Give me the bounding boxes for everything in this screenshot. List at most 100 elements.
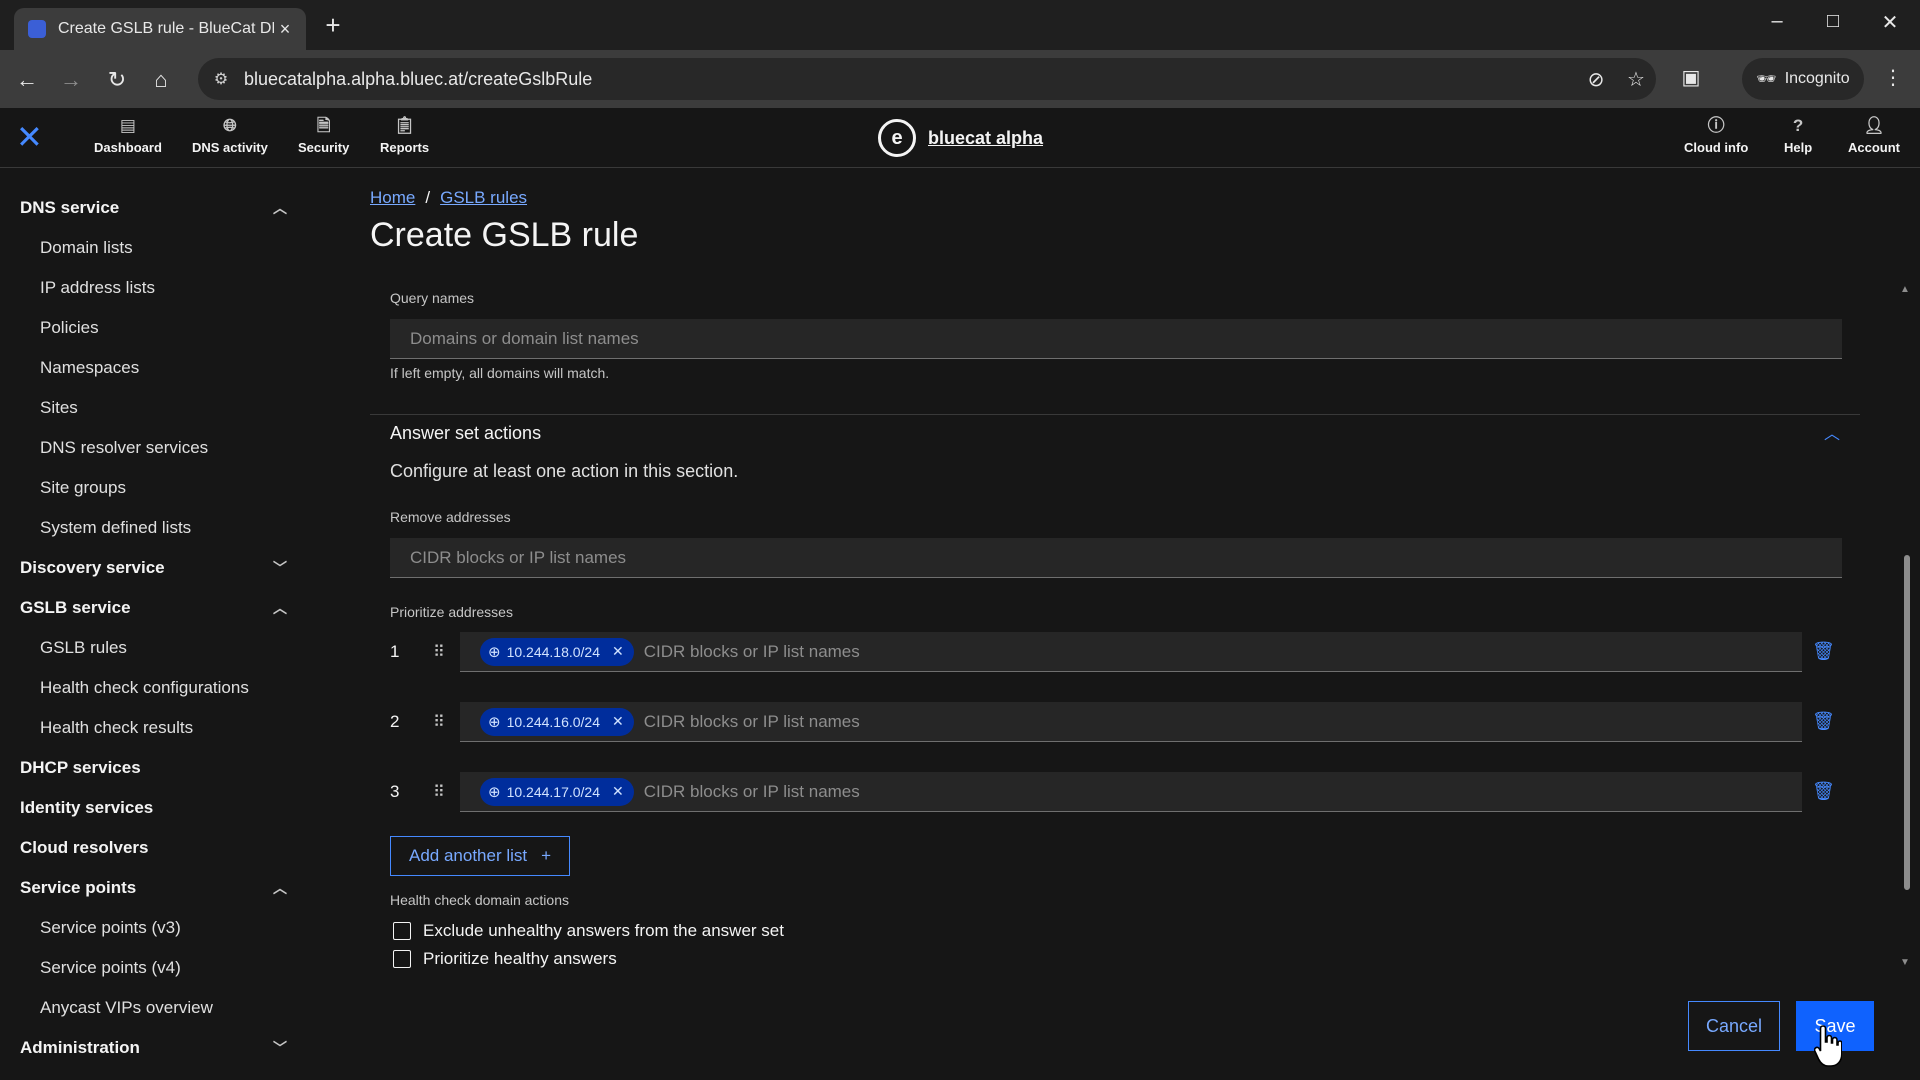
- query-names-input[interactable]: Domains or domain list names: [390, 319, 1842, 359]
- sidebar-group-label: Service points: [20, 878, 137, 897]
- remove-tag-icon[interactable]: ✕: [612, 783, 624, 800]
- ip-tag: ⊕ 10.244.17.0/24 ✕: [480, 777, 634, 806]
- prioritize-placeholder: CIDR blocks or IP list names: [643, 641, 860, 661]
- prioritize-input-3[interactable]: ⊕ 10.244.17.0/24 ✕ CIDR blocks or IP lis…: [460, 772, 1802, 812]
- nav-help[interactable]: ? Help: [1784, 116, 1812, 155]
- sidebar-group-label: Cloud resolvers: [20, 838, 149, 857]
- info-icon: ⓘ: [1707, 116, 1725, 135]
- sidebar-group-cloud-resolvers[interactable]: Cloud resolvers: [0, 828, 310, 868]
- remove-tag-icon[interactable]: ✕: [612, 643, 624, 660]
- globe-icon: 🌐︎: [223, 116, 237, 135]
- browser-menu-icon[interactable]: ⋮: [1878, 65, 1908, 90]
- sidebar-item-gslb-rules[interactable]: GSLB rules: [0, 628, 310, 668]
- drag-handle-icon[interactable]: ⠿: [433, 712, 445, 732]
- nav-reports-label: Reports: [380, 140, 430, 155]
- new-tab-button[interactable]: +: [318, 10, 348, 41]
- trash-icon[interactable]: 🗑︎: [1812, 641, 1835, 662]
- address-bar[interactable]: ⚙ bluecatalpha.alpha.bluec.at/createGslb…: [198, 58, 1656, 100]
- browser-tab[interactable]: Create GSLB rule - BlueCat DNS ×: [14, 8, 306, 50]
- sidebar-item-sites[interactable]: Sites: [0, 388, 310, 428]
- chevron-down-icon[interactable]: ﹀: [270, 558, 290, 578]
- health-check-label: Health check domain actions: [390, 892, 569, 908]
- trash-icon[interactable]: 🗑︎: [1812, 711, 1835, 732]
- sidebar-item-health-check-configurations[interactable]: Health check configurations: [0, 668, 310, 708]
- forward-icon[interactable]: →: [56, 65, 86, 95]
- scroll-down-icon[interactable]: ▼: [1900, 957, 1910, 968]
- cancel-button[interactable]: Cancel: [1688, 1001, 1780, 1051]
- sidebar-item-anycast-vips-overview[interactable]: Anycast VIPs overview: [0, 988, 310, 1028]
- reload-icon[interactable]: ↻: [102, 65, 132, 95]
- hand-cursor-icon: [1814, 1025, 1842, 1067]
- sidebar-item-site-groups[interactable]: Site groups: [0, 468, 310, 508]
- exclude-unhealthy-checkbox[interactable]: [393, 922, 411, 940]
- nav-dashboard[interactable]: ▤ Dashboard: [94, 116, 162, 155]
- minimize-icon[interactable]: –: [1762, 10, 1792, 33]
- drag-handle-icon[interactable]: ⠿: [433, 642, 445, 662]
- drag-handle-icon[interactable]: ⠿: [433, 782, 445, 802]
- prioritize-healthy-checkbox[interactable]: [393, 950, 411, 968]
- prioritize-input-2[interactable]: ⊕ 10.244.16.0/24 ✕ CIDR blocks or IP lis…: [460, 702, 1802, 742]
- maximize-icon[interactable]: □: [1818, 10, 1848, 33]
- sidebar-group-service-points[interactable]: Service points ︿: [0, 868, 310, 908]
- breadcrumb-home-link[interactable]: Home: [370, 188, 415, 207]
- chevron-up-icon[interactable]: ︿: [270, 198, 290, 218]
- add-list-label: Add another list: [409, 846, 528, 865]
- scrollbar-thumb[interactable]: [1904, 555, 1910, 890]
- sidebar-item-system-defined-lists[interactable]: System defined lists: [0, 508, 310, 548]
- exclude-unhealthy-row[interactable]: Exclude unhealthy answers from the answe…: [393, 921, 784, 941]
- dashboard-icon: ▤: [119, 116, 136, 135]
- sidebar-group-dns-service[interactable]: DNS service ︿: [0, 188, 310, 228]
- sidebar-item-ip-address-lists[interactable]: IP address lists: [0, 268, 310, 308]
- back-icon[interactable]: ←: [12, 65, 42, 95]
- nav-account[interactable]: 👤︎ Account: [1848, 116, 1900, 155]
- remove-tag-icon[interactable]: ✕: [612, 713, 624, 730]
- remove-addresses-input[interactable]: CIDR blocks or IP list names: [390, 538, 1842, 578]
- eye-off-icon[interactable]: ⊘: [1576, 67, 1616, 92]
- section-chevron-up-icon[interactable]: ︿: [1824, 420, 1840, 444]
- add-another-list-button[interactable]: Add another list +: [390, 836, 571, 876]
- site-favicon-icon: [28, 20, 46, 38]
- home-icon[interactable]: ⌂: [146, 65, 176, 95]
- chevron-down-icon[interactable]: ﹀: [270, 1038, 290, 1058]
- sidebar-item-namespaces[interactable]: Namespaces: [0, 348, 310, 388]
- answer-section-title[interactable]: Answer set actions: [390, 423, 541, 444]
- brand-name[interactable]: bluecat alpha: [928, 128, 1043, 149]
- site-info-icon[interactable]: ⚙: [198, 69, 244, 89]
- sidebar-group-dhcp-services[interactable]: DHCP services: [0, 748, 310, 788]
- prioritize-input-1[interactable]: ⊕ 10.244.18.0/24 ✕ CIDR blocks or IP lis…: [460, 632, 1802, 672]
- window-close-icon[interactable]: ✕: [1875, 10, 1905, 35]
- sidebar-item-service-points-v3[interactable]: Service points (v3): [0, 908, 310, 948]
- query-names-helper: If left empty, all domains will match.: [390, 365, 610, 381]
- sidebar-item-health-check-results[interactable]: Health check results: [0, 708, 310, 748]
- help-icon: ?: [1792, 116, 1804, 135]
- tab-close-icon[interactable]: ×: [274, 19, 296, 40]
- sidebar-group-administration[interactable]: Administration ﹀: [0, 1028, 310, 1068]
- incognito-badge[interactable]: 🕶 Incognito: [1742, 58, 1864, 100]
- sidebar-group-gslb-service[interactable]: GSLB service ︿: [0, 588, 310, 628]
- url-text[interactable]: bluecatalpha.alpha.bluec.at/createGslbRu…: [244, 69, 1576, 90]
- sidebar-group-discovery-service[interactable]: Discovery service ﹀: [0, 548, 310, 588]
- sidebar-item-dns-resolver-services[interactable]: DNS resolver services: [0, 428, 310, 468]
- sidebar-item-domain-lists[interactable]: Domain lists: [0, 228, 310, 268]
- breadcrumb-gslb-rules-link[interactable]: GSLB rules: [440, 188, 527, 207]
- sidebar-item-service-points-v4[interactable]: Service points (v4): [0, 948, 310, 988]
- sidebar-item-policies[interactable]: Policies: [0, 308, 310, 348]
- bookmark-star-icon[interactable]: ☆: [1616, 67, 1656, 92]
- nav-dns-activity[interactable]: 🌐︎ DNS activity: [192, 116, 268, 155]
- trash-icon[interactable]: 🗑︎: [1812, 781, 1835, 802]
- chevron-up-icon[interactable]: ︿: [270, 598, 290, 618]
- nav-cloud-info[interactable]: ⓘ Cloud info: [1684, 116, 1748, 155]
- scroll-up-icon[interactable]: ▲: [1900, 284, 1910, 295]
- nav-security[interactable]: 🗎 Security: [298, 116, 349, 155]
- section-divider: [370, 414, 1860, 415]
- ip-tag-label: 10.244.17.0/24: [506, 783, 600, 800]
- prioritize-healthy-row[interactable]: Prioritize healthy answers: [393, 949, 617, 969]
- nav-reports[interactable]: 📋︎ Reports: [380, 116, 429, 155]
- chevron-up-icon[interactable]: ︿: [270, 878, 290, 898]
- close-menu-icon[interactable]: ✕: [16, 120, 43, 154]
- sidebar-group-identity-services[interactable]: Identity services: [0, 788, 310, 828]
- sidebar-group-label: Administration: [20, 1038, 140, 1057]
- brand[interactable]: e bluecat alpha: [878, 119, 1043, 157]
- user-icon: 👤︎: [1863, 116, 1885, 135]
- side-panel-icon[interactable]: ▣: [1676, 65, 1706, 90]
